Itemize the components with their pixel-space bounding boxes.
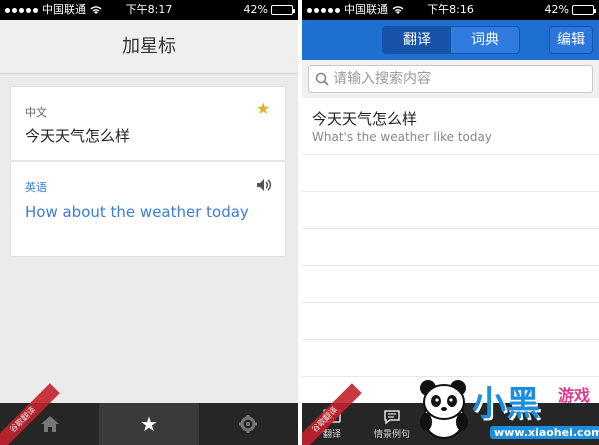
chat-icon	[384, 409, 400, 424]
empty-row	[302, 340, 599, 377]
search-icon	[315, 72, 329, 86]
tab-starred[interactable]: ★	[99, 403, 199, 445]
empty-row	[302, 229, 599, 266]
tab-translate[interactable]: 翻译	[383, 27, 451, 53]
source-lang-label: 中文	[25, 106, 47, 119]
tab-label: 情景例句	[373, 429, 410, 440]
battery-percent: 42%	[243, 3, 268, 16]
gear-icon	[239, 415, 258, 433]
bottom-tab-bar: ★	[0, 403, 298, 445]
top-bar: 翻译 词典 编辑	[302, 20, 599, 60]
source-card: 中文 今天天气怎么样 ★	[10, 86, 286, 161]
tab-dictionary[interactable]: 词典	[451, 27, 519, 53]
speaker-icon[interactable]	[256, 178, 272, 192]
empty-row	[302, 303, 599, 340]
empty-row	[302, 155, 599, 192]
list-item[interactable]: 今天天气怎么样 What's the weather like today	[302, 98, 599, 155]
status-bar: 中国联通 下午8:17 42%	[0, 0, 298, 20]
target-card: 英语 How about the weather today	[10, 161, 286, 257]
home-icon	[40, 416, 59, 432]
history-translation: What's the weather like today	[312, 130, 492, 144]
tab-phrases[interactable]: 情景例句	[362, 403, 422, 445]
search-bar	[302, 60, 599, 98]
screenshot: 中国联通 下午8:17 42% 加星标 中文 今天天气怎么样 ★ 英语 How …	[0, 0, 599, 445]
target-text: How about the weather today	[25, 203, 249, 221]
bottom-tab-bar: 翻译 情景例句	[302, 403, 599, 445]
battery-icon	[572, 5, 596, 15]
search-box	[308, 65, 593, 93]
page-title: 加星标	[0, 20, 298, 74]
empty-row	[302, 266, 599, 303]
history-screen: 中国联通 下午8:16 42% 翻译 词典 编辑 今天天气怎么	[302, 0, 599, 445]
star-tab-icon: ★	[140, 412, 158, 436]
battery-percent: 42%	[544, 3, 569, 16]
mode-segmented-control: 翻译 词典	[382, 26, 520, 54]
empty-row	[302, 192, 599, 229]
source-text: 今天天气怎么样	[25, 127, 131, 145]
edit-button[interactable]: 编辑	[549, 26, 593, 54]
search-input[interactable]	[333, 66, 588, 92]
tab-settings[interactable]	[199, 403, 298, 445]
star-icon[interactable]: ★	[256, 101, 272, 117]
battery-icon	[271, 5, 295, 15]
status-bar: 中国联通 下午8:16 42%	[302, 0, 599, 20]
history-source: 今天天气怎么样	[312, 110, 418, 128]
starred-screen: 中国联通 下午8:17 42% 加星标 中文 今天天气怎么样 ★ 英语 How …	[0, 0, 298, 445]
history-list: 今天天气怎么样 What's the weather like today	[302, 98, 599, 377]
target-lang-label: 英语	[25, 181, 47, 194]
